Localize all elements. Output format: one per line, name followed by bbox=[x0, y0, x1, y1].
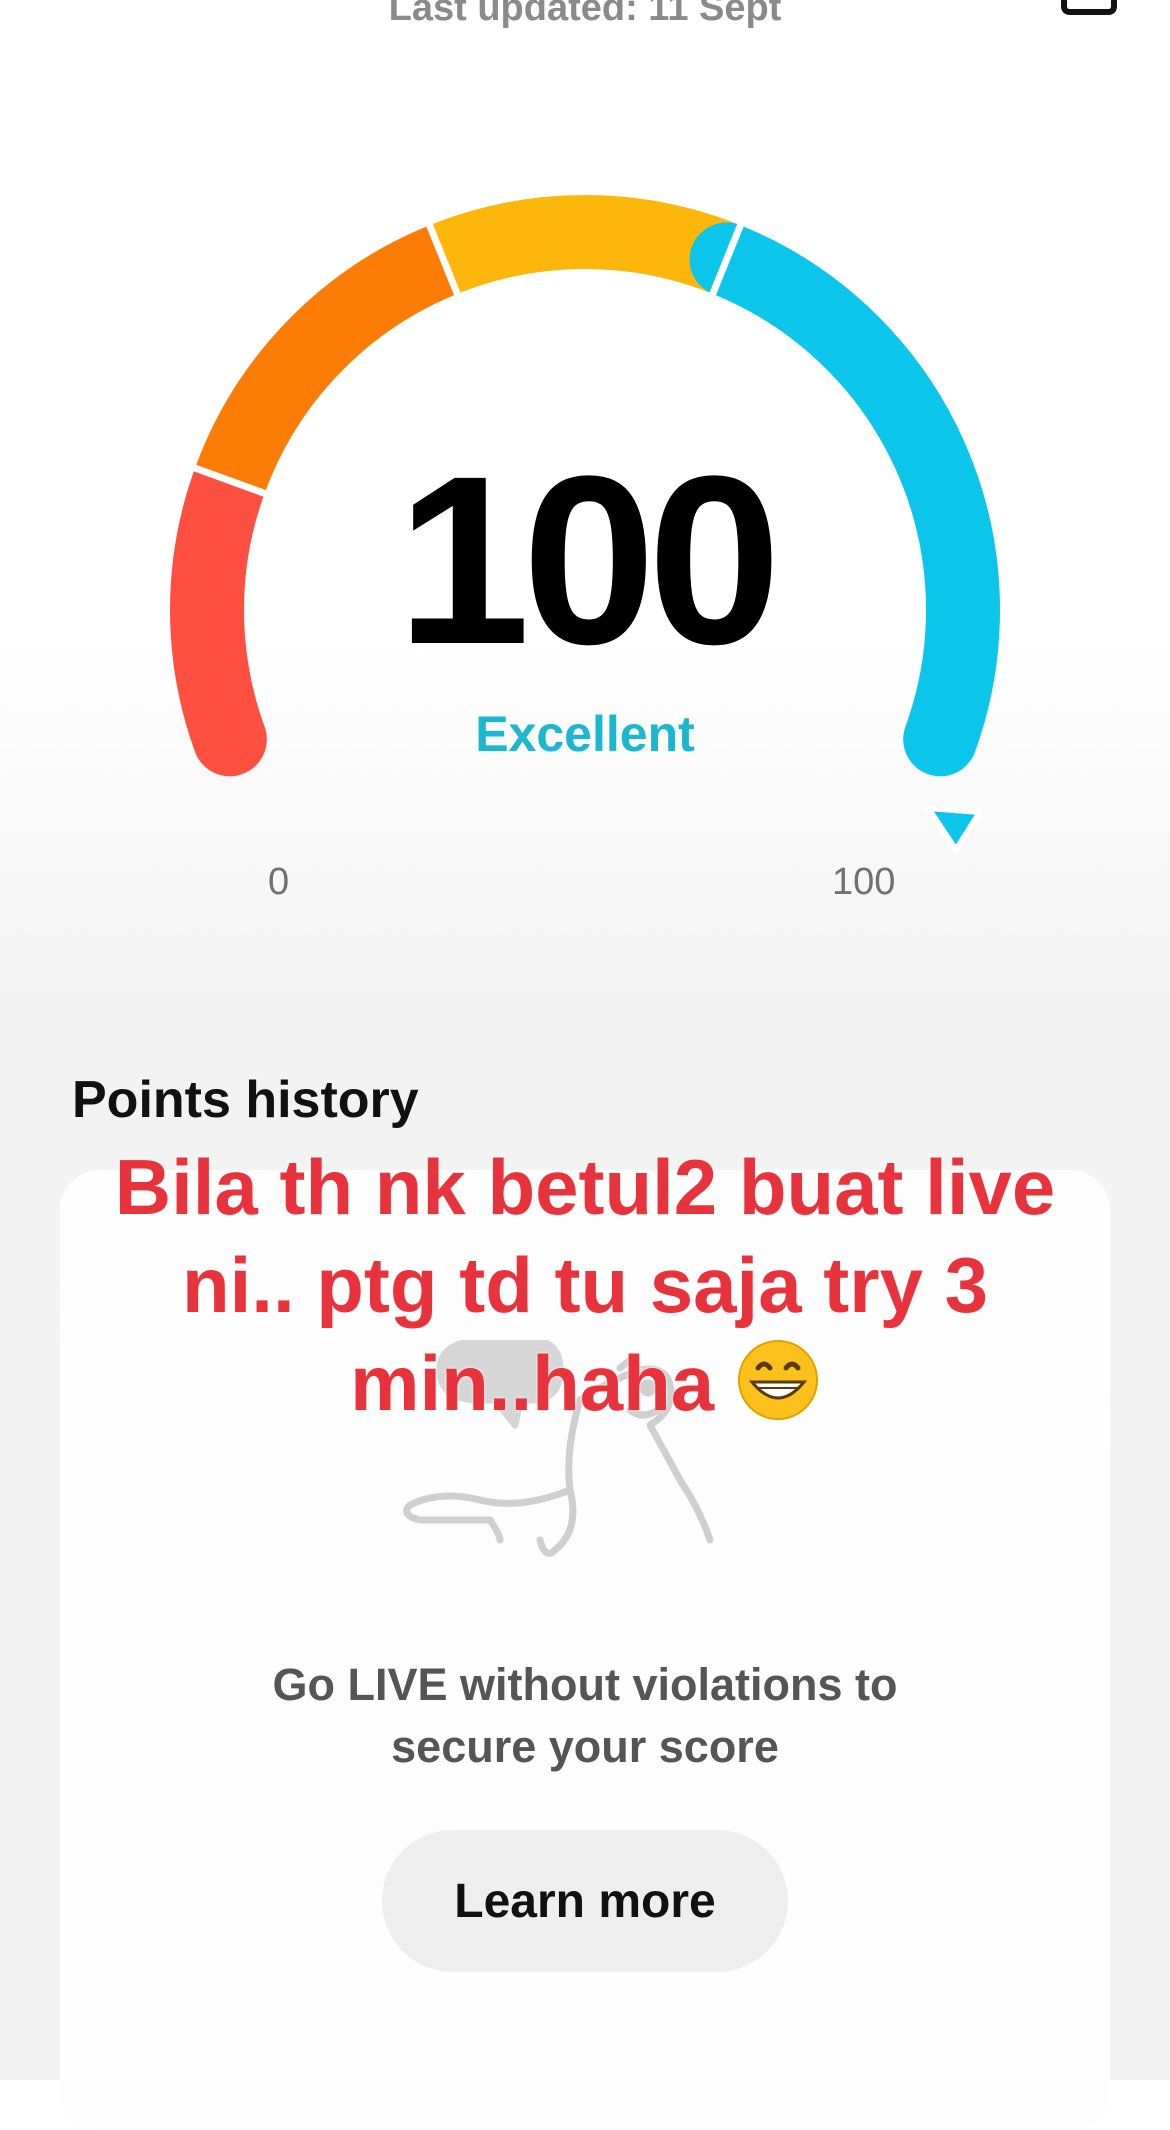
gauge-pointer-icon bbox=[925, 805, 983, 853]
empty-state-message: Go LIVE without violations to secure you… bbox=[272, 1659, 898, 1772]
grinning-face-icon bbox=[737, 1340, 818, 1420]
gauge-max-label: 100 bbox=[832, 861, 896, 903]
gauge-min-label: 0 bbox=[268, 861, 290, 903]
score-status: Excellent bbox=[475, 706, 695, 762]
gauge-segment bbox=[429, 195, 741, 295]
learn-more-button[interactable]: Learn more bbox=[382, 1830, 788, 1972]
overlay-caption: Bila th nk betul2 buat live ni.. ptg td … bbox=[100, 1138, 1070, 1432]
overlay-caption-text: Bila th nk betul2 buat live ni.. ptg td … bbox=[114, 1143, 1056, 1427]
score-value: 100 bbox=[396, 426, 781, 694]
points-history-title: Points history bbox=[72, 1071, 419, 1129]
